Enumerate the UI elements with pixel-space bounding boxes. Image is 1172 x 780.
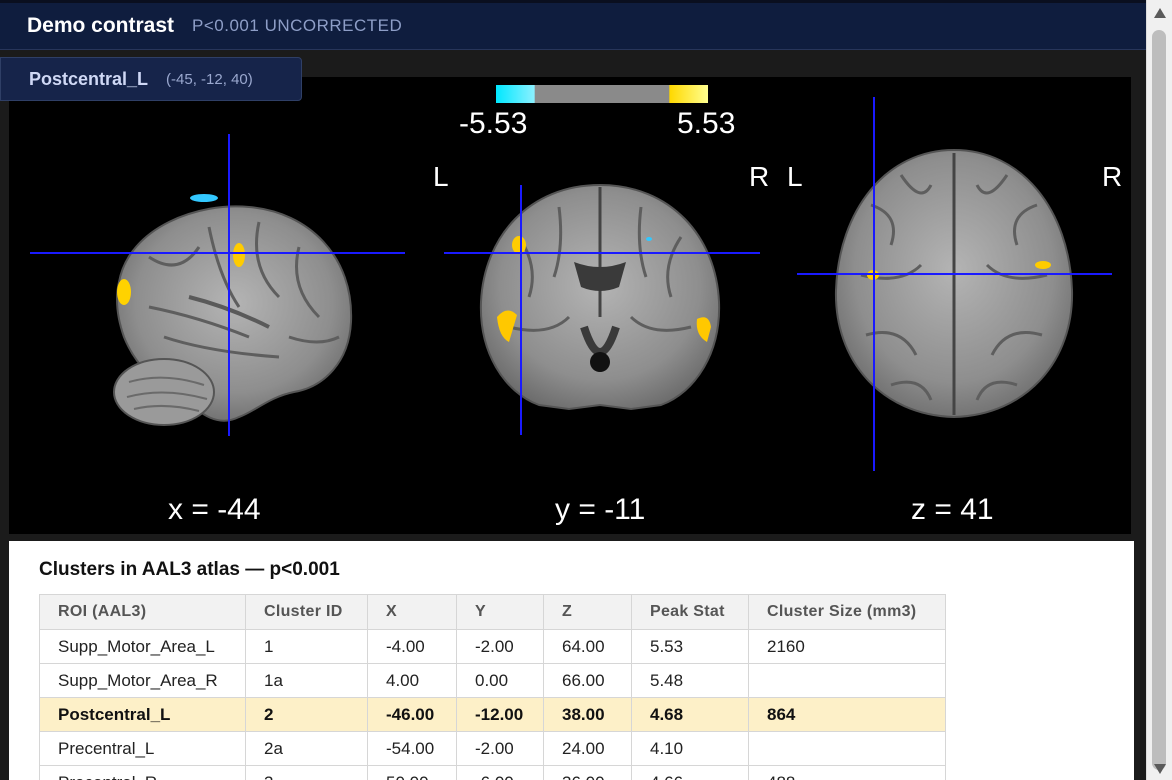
table-cell: 50.00: [367, 765, 457, 780]
table-cell: -6.00: [456, 765, 544, 780]
table-cell: [748, 663, 946, 698]
coronal-left-marker: L: [433, 161, 449, 192]
table-cell: 2: [245, 697, 368, 732]
scroll-up-arrow-icon[interactable]: [1154, 8, 1166, 18]
table-cell: Supp_Motor_Area_L: [39, 629, 246, 664]
table-cell: -46.00: [367, 697, 457, 732]
table-cell: 0.00: [456, 663, 544, 698]
vertical-scrollbar[interactable]: [1146, 0, 1172, 780]
table-cell: 488: [748, 765, 946, 780]
table-cell: 4.10: [631, 731, 749, 766]
column-header[interactable]: Cluster ID: [245, 594, 368, 630]
sagittal-crosshair-h: [30, 252, 405, 254]
column-header[interactable]: X: [367, 594, 457, 630]
column-header[interactable]: Peak Stat: [631, 594, 749, 630]
roi-name: Postcentral_L: [29, 68, 149, 89]
table-row[interactable]: Supp_Motor_Area_R 1a 4.00 0.00 66.00 5.4…: [39, 663, 946, 698]
sagittal-crosshair-v: [228, 134, 230, 436]
axial-right-marker: R: [1102, 161, 1123, 192]
table-cell: 5.48: [631, 663, 749, 698]
table-cell: Postcentral_L: [39, 697, 246, 732]
app-window: Demo contrast P<0.001 UNCORRECTED -5.53 …: [0, 0, 1172, 780]
table-cell: -4.00: [367, 629, 457, 664]
table-cell: 4.66: [631, 765, 749, 780]
axial-crosshair-v: [873, 97, 875, 471]
table-cell: 2a: [245, 731, 368, 766]
current-roi-badge: Postcentral_L (-45, -12, 40): [0, 57, 302, 101]
table-row[interactable]: Precentral_L 2a -54.00 -2.00 24.00 4.10: [39, 731, 946, 766]
table-cell: 4.68: [631, 697, 749, 732]
column-header[interactable]: Z: [543, 594, 632, 630]
table-cell: 2160: [748, 629, 946, 664]
clusters-table: ROI (AAL3) Cluster ID X Y Z Peak Stat Cl…: [39, 594, 946, 780]
coronal-crosshair-h: [444, 252, 760, 254]
colorbar-max-label: 5.53: [677, 107, 736, 140]
table-cell: 864: [748, 697, 946, 732]
table-cell: 3: [245, 765, 368, 780]
axial-coord-label: z = 41: [911, 493, 994, 526]
table-cell: 64.00: [543, 629, 632, 664]
sagittal-coord-label: x = -44: [168, 493, 261, 526]
table-cell: -2.00: [456, 731, 544, 766]
table-cell: 1: [245, 629, 368, 664]
table-cell: Precentral_R: [39, 765, 246, 780]
scrollbar-thumb[interactable]: [1152, 30, 1166, 770]
table-cell: 4.00: [367, 663, 457, 698]
scroll-down-arrow-icon[interactable]: [1154, 764, 1166, 774]
table-row-selected[interactable]: Postcentral_L 2 -46.00 -12.00 38.00 4.68…: [39, 697, 946, 732]
column-header[interactable]: Cluster Size (mm3): [748, 594, 946, 630]
table-cell: [748, 731, 946, 766]
table-cell: -12.00: [456, 697, 544, 732]
column-header[interactable]: ROI (AAL3): [39, 594, 246, 630]
table-header-row: ROI (AAL3) Cluster ID X Y Z Peak Stat Cl…: [39, 594, 946, 630]
roi-coords: (-45, -12, 40): [166, 70, 253, 88]
table-cell: 66.00: [543, 663, 632, 698]
table-cell: 38.00: [543, 697, 632, 732]
column-header[interactable]: Y: [456, 594, 544, 630]
clusters-panel: Clusters in AAL3 atlas — p<0.001 ROI (AA…: [9, 541, 1134, 780]
table-row[interactable]: Precentral_R 3 50.00 -6.00 36.00 4.66 48…: [39, 765, 946, 780]
colorbar-min-label: -5.53: [459, 107, 528, 140]
axial-left-marker: L: [787, 161, 803, 192]
contrast-title: Demo contrast: [27, 14, 175, 37]
table-cell: 24.00: [543, 731, 632, 766]
contrast-header: Demo contrast P<0.001 UNCORRECTED: [0, 0, 1146, 50]
coronal-right-marker: R: [749, 161, 770, 192]
table-cell: Supp_Motor_Area_R: [39, 663, 246, 698]
table-cell: -2.00: [456, 629, 544, 664]
table-cell: 1a: [245, 663, 368, 698]
coronal-coord-label: y = -11: [555, 493, 646, 526]
axial-slice[interactable]: [831, 145, 1077, 423]
axial-crosshair-h: [797, 273, 1112, 275]
coronal-slice[interactable]: [469, 177, 731, 417]
coronal-crosshair-v: [520, 185, 522, 435]
table-cell: Precentral_L: [39, 731, 246, 766]
colorbar: [496, 85, 708, 103]
table-cell: 36.00: [543, 765, 632, 780]
clusters-table-title: Clusters in AAL3 atlas — p<0.001: [39, 559, 340, 580]
table-cell: -54.00: [367, 731, 457, 766]
table-row[interactable]: Supp_Motor_Area_L 1 -4.00 -2.00 64.00 5.…: [39, 629, 946, 664]
threshold-label: P<0.001 UNCORRECTED: [192, 16, 403, 35]
table-cell: 5.53: [631, 629, 749, 664]
brain-viewer[interactable]: -5.53 5.53 L R L R x = -44 y = -11 z = 4…: [9, 77, 1131, 534]
